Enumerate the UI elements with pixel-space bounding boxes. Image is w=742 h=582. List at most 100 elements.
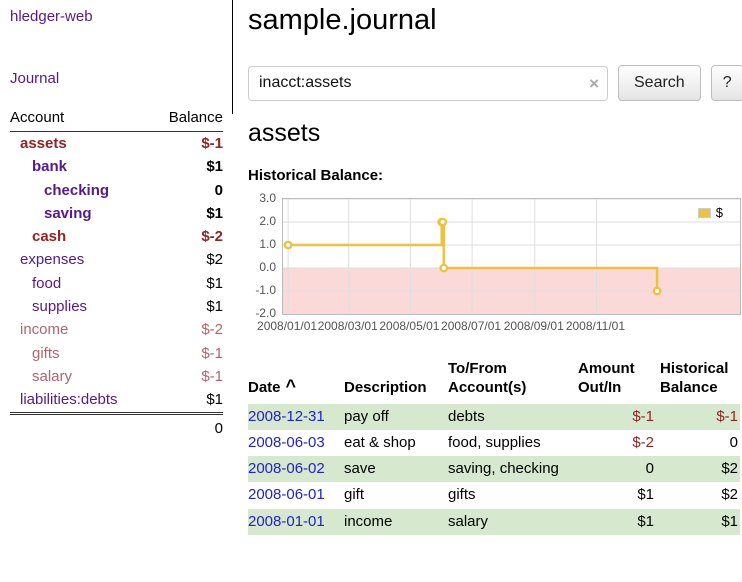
transaction-accounts: debts: [448, 407, 566, 427]
account-link[interactable]: gifts: [32, 345, 60, 362]
transaction-date-link[interactable]: 2008-12-31: [248, 408, 325, 425]
transaction-accounts: gifts: [448, 485, 566, 505]
account-link[interactable]: bank: [32, 158, 67, 175]
register-row: 2008-06-03eat & shopfood, supplies$-20: [248, 430, 740, 456]
transaction-amount: $-2: [578, 430, 660, 456]
chart-point: [440, 219, 446, 225]
chart-legend: $: [696, 204, 725, 221]
register-table: Date^ Description To/FromAccount(s) Amou…: [248, 360, 740, 535]
hledger-web-window: hledger-web Journal Account Balance asse…: [0, 0, 742, 535]
register-row: 2008-06-02savesaving, checking0$2: [248, 456, 740, 482]
account-row: cash $-2: [10, 225, 223, 248]
account-balance: $1: [152, 388, 223, 413]
account-row: expenses $2: [10, 248, 223, 271]
register-row: 2008-01-01 incomesalary $1$1: [248, 509, 740, 535]
y-axis-tick-label: 3.0: [248, 191, 276, 205]
chart-plot-area[interactable]: [282, 198, 741, 315]
account-link[interactable]: expenses: [20, 251, 84, 268]
chart-title: Historical Balance:: [248, 167, 742, 184]
account-balance: $-1: [152, 132, 223, 156]
transaction-date-link[interactable]: 2008-06-02: [248, 460, 325, 477]
register-header-amount: AmountOut/In: [578, 360, 660, 404]
y-axis-tick-label: 0.0: [248, 260, 276, 274]
account-row: salary$-1: [10, 365, 223, 388]
x-axis-tick-label: 2008/09/01: [502, 319, 566, 333]
help-button[interactable]: ?: [711, 65, 742, 101]
account-row: income $-2: [10, 318, 223, 341]
transaction-amount: $1: [578, 509, 660, 535]
account-row: bank$1: [10, 155, 223, 178]
historical-balance-chart: 3.02.01.00.0-1.0-2.0 2008/01/012008/03/0…: [248, 196, 742, 338]
search-button[interactable]: Search: [618, 65, 701, 101]
account-balance: $1: [152, 202, 223, 225]
transaction-accounts: salary: [448, 512, 566, 532]
account-balance: 0: [152, 179, 223, 202]
sidebar: hledger-web Journal Account Balance asse…: [0, 0, 233, 535]
account-row: liabilities:debts $1: [10, 388, 223, 413]
accounts-total-row: 0: [10, 413, 223, 440]
search-input[interactable]: [248, 66, 608, 101]
register-row: 2008-12-31 pay offdebts $-1$-1: [248, 404, 740, 430]
account-balance: $2: [152, 248, 223, 271]
search-box: ×: [248, 66, 608, 101]
register-header-balance: HistoricalBalance: [660, 360, 740, 404]
accounts-total-balance: 0: [152, 413, 223, 440]
page-title: sample.journal: [248, 4, 742, 37]
transaction-date-link[interactable]: 2008-06-01: [248, 486, 325, 503]
account-balance: $-2: [152, 318, 223, 341]
transaction-date-link[interactable]: 2008-06-03: [248, 434, 325, 451]
clear-search-icon[interactable]: ×: [589, 74, 599, 94]
account-link[interactable]: checking: [44, 182, 109, 199]
transaction-balance: $1: [660, 509, 740, 535]
account-heading: assets: [248, 119, 742, 148]
transaction-date-link[interactable]: 2008-01-01: [248, 513, 325, 530]
app-title-link[interactable]: hledger-web: [10, 8, 223, 25]
transaction-balance: $-1: [660, 404, 740, 430]
register-row: 2008-06-01giftgifts$1$2: [248, 482, 740, 508]
sort-ascending-icon: ^: [286, 376, 297, 396]
transaction-description: gift: [344, 482, 448, 508]
transaction-description: income: [344, 509, 448, 535]
transaction-amount: $-1: [578, 404, 660, 430]
account-link[interactable]: salary: [32, 368, 72, 385]
x-axis-tick-label: 2008/11/01: [563, 319, 627, 333]
account-link[interactable]: income: [20, 321, 68, 338]
chart-point: [441, 265, 447, 271]
transaction-balance: 0: [660, 430, 740, 456]
y-axis-tick-label: -1.0: [248, 283, 276, 297]
account-balance: $1: [152, 272, 223, 295]
account-link[interactable]: liabilities:debts: [20, 391, 118, 408]
account-balance: $1: [152, 295, 223, 318]
account-link[interactable]: assets: [20, 135, 67, 152]
account-balance: $-2: [152, 225, 223, 248]
transaction-balance: $2: [660, 456, 740, 482]
main-content: sample.journal × Search ? assets Histori…: [233, 0, 742, 535]
accounts-header-row: Account Balance: [10, 109, 223, 132]
x-axis-tick-label: 2008/05/01: [377, 319, 441, 333]
account-row: assets $-1: [10, 132, 223, 156]
legend-label: $: [716, 205, 723, 220]
y-axis-tick-label: 1.0: [248, 237, 276, 251]
account-row: food $1: [10, 272, 223, 295]
accounts-tree-table: Account Balance assets$-1bank$1checking0…: [10, 109, 223, 440]
account-balance: $-1: [152, 342, 223, 365]
account-link[interactable]: cash: [32, 228, 66, 245]
y-axis-tick-label: -2.0: [248, 306, 276, 320]
transaction-balance: $2: [660, 482, 740, 508]
accounts-header-balance: Balance: [152, 109, 223, 132]
account-link[interactable]: food: [32, 275, 61, 292]
x-axis-tick-label: 2008/03/01: [316, 319, 380, 333]
transaction-description: pay off: [344, 404, 448, 430]
account-link[interactable]: saving: [44, 205, 92, 222]
legend-swatch-icon: [698, 208, 711, 218]
transaction-description: eat & shop: [344, 430, 448, 456]
x-axis-tick-label: 2008/01/01: [255, 319, 319, 333]
chart-plot-svg: [283, 199, 740, 314]
register-header-date[interactable]: Date^: [248, 360, 344, 404]
account-link[interactable]: supplies: [32, 298, 87, 315]
search-bar: × Search ?: [248, 65, 742, 101]
sidebar-item-journal[interactable]: Journal: [10, 70, 223, 87]
transaction-accounts: saving, checking: [448, 459, 566, 479]
x-axis-tick-label: 2008/07/01: [439, 319, 503, 333]
register-header-row: Date^ Description To/FromAccount(s) Amou…: [248, 360, 740, 404]
